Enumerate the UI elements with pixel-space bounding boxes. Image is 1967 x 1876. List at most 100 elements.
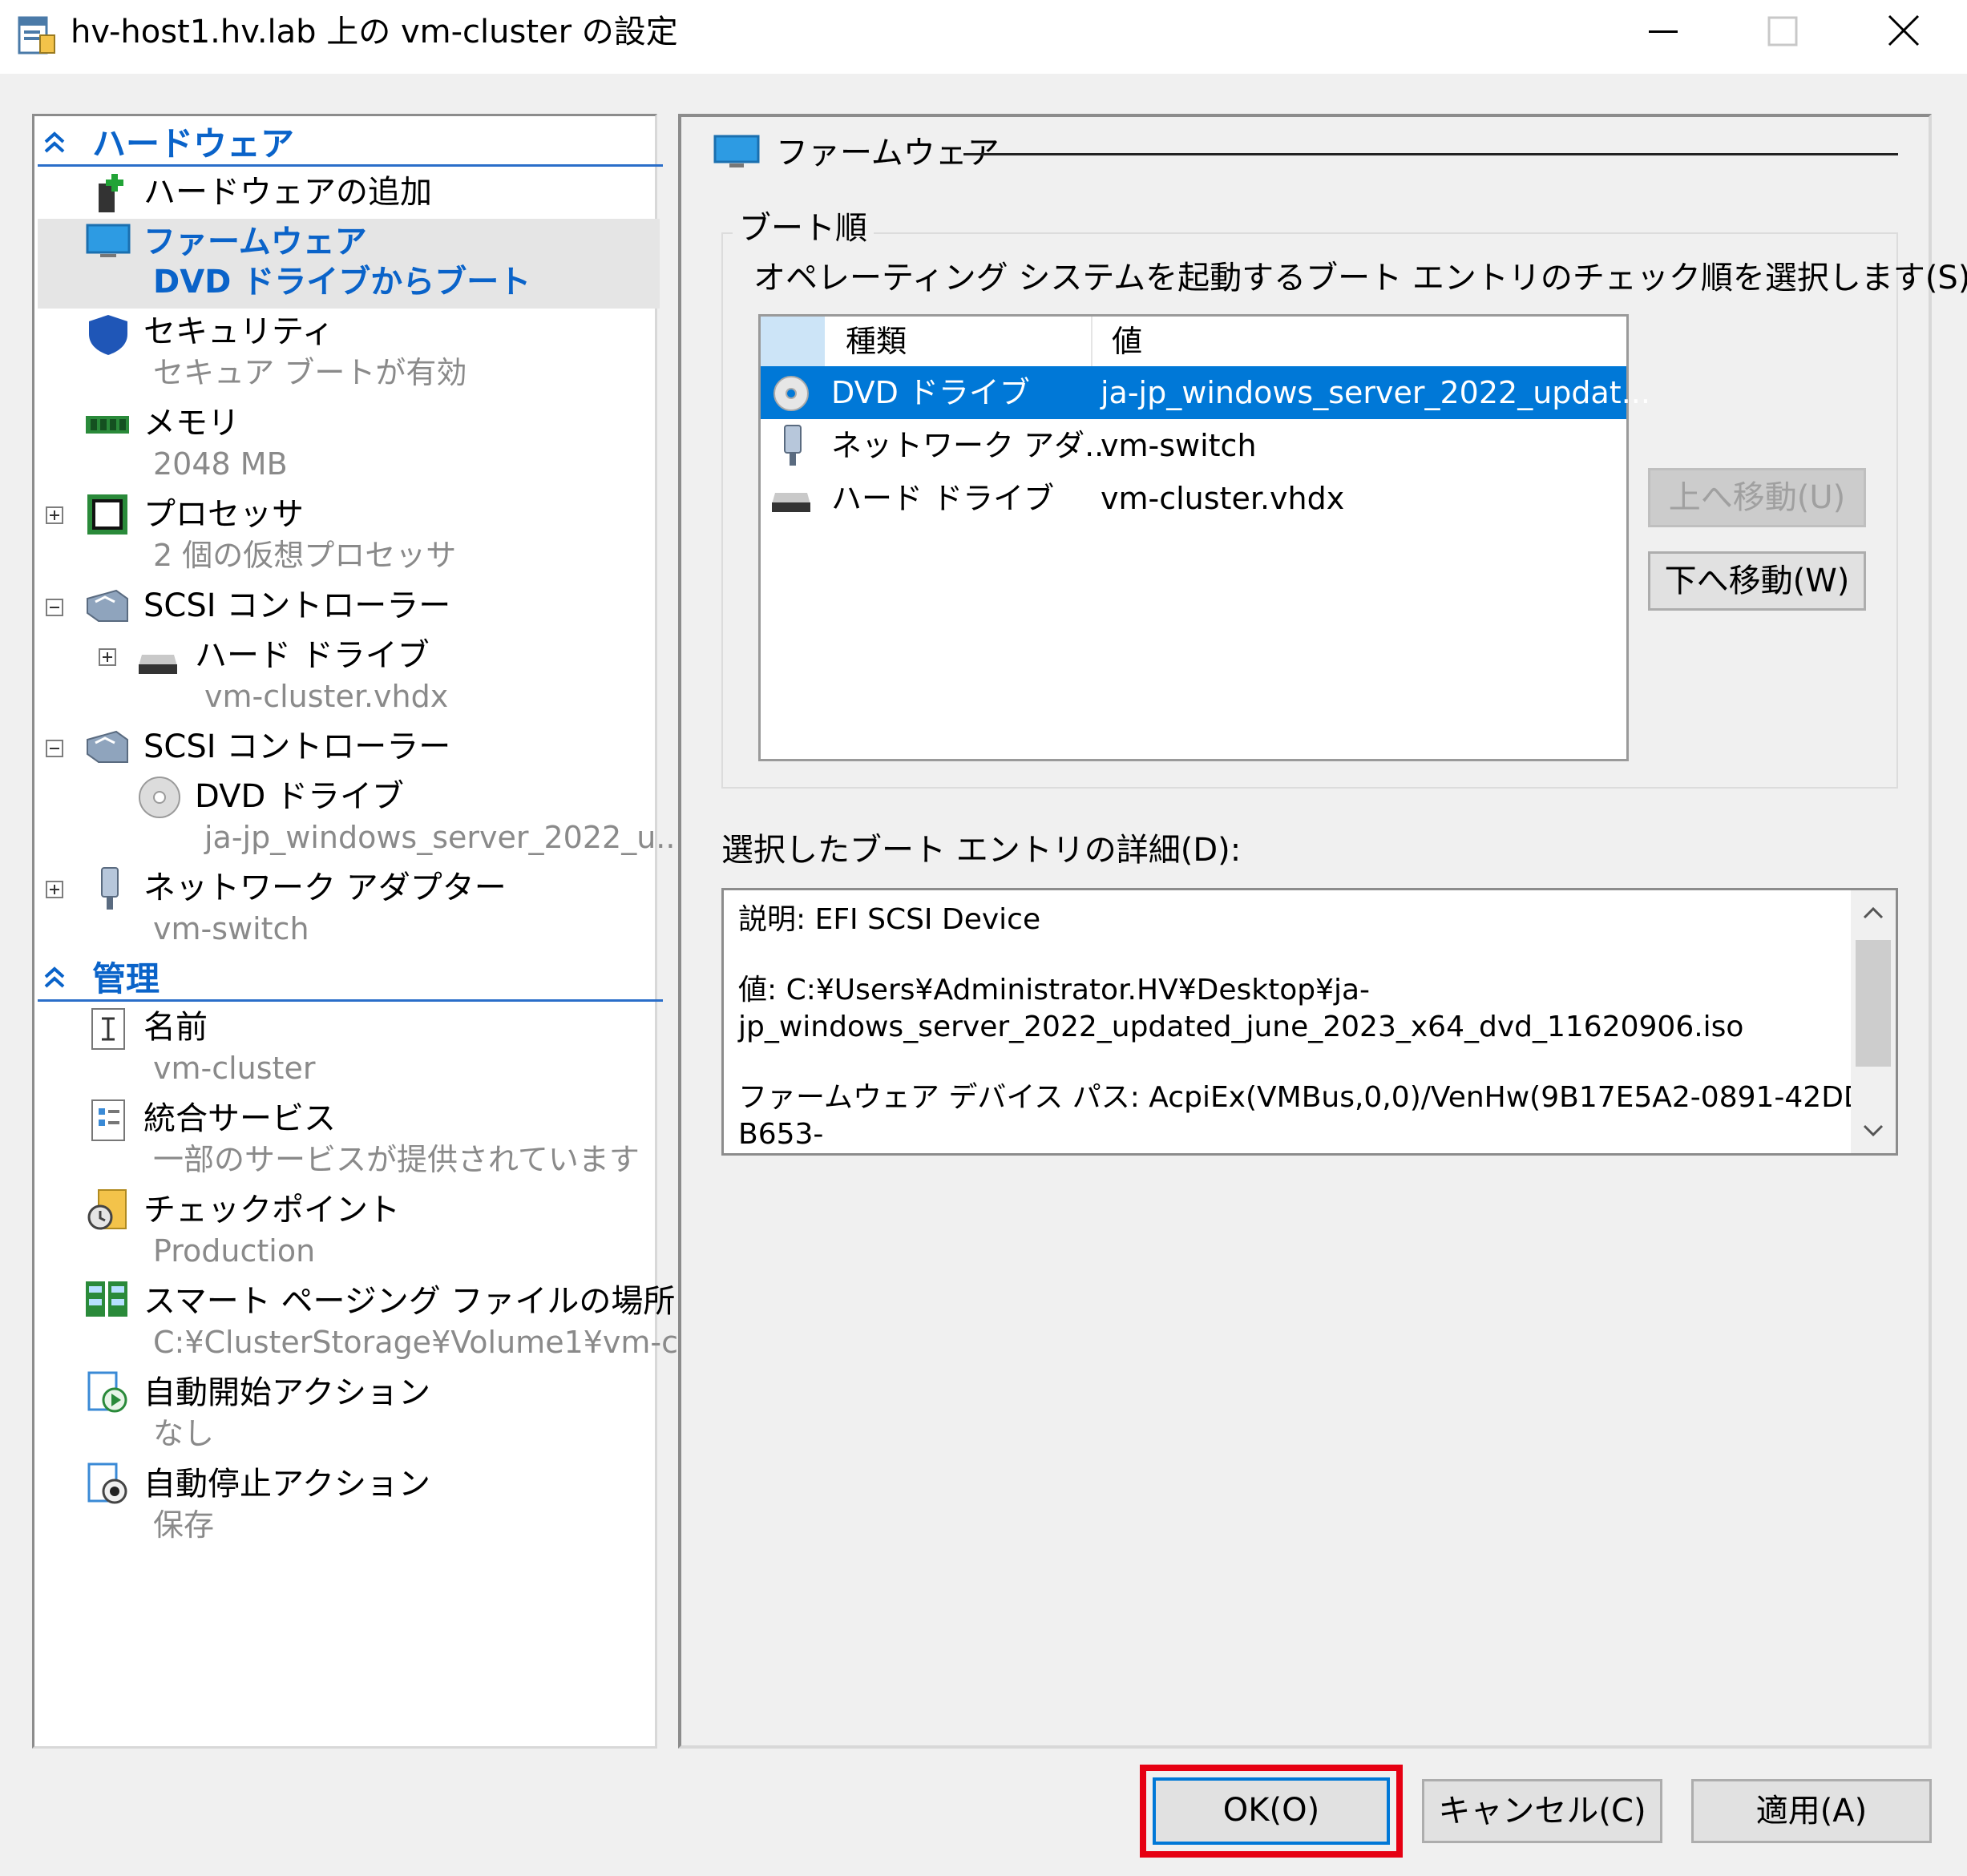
- network-adapter-icon: [101, 867, 119, 910]
- boot-order-group-label: ブート順: [733, 208, 874, 248]
- tree-item-integration-services[interactable]: 統合サービス: [143, 1099, 336, 1139]
- boot-entry-value: vm-cluster.vhdx: [1101, 481, 1345, 516]
- tree-item-checkpoint[interactable]: チェックポイント: [143, 1190, 400, 1230]
- move-up-button[interactable]: 上へ移動(U): [1648, 468, 1866, 527]
- boot-order-instruction: オペレーティング システムを起動するブート エントリのチェック順を選択します(S…: [753, 260, 1967, 297]
- tree-item-hard-drive-sub: vm-cluster.vhdx: [204, 679, 449, 714]
- tree-item-processor[interactable]: プロセッサ: [143, 494, 304, 535]
- tree-item-smart-paging[interactable]: スマート ページング ファイルの場所: [143, 1281, 675, 1321]
- tree-item-processor-sub: 2 個の仮想プロセッサ: [153, 538, 457, 573]
- scsi-controller-icon: [87, 589, 128, 622]
- boot-entry-row[interactable]: ネットワーク アダ... vm-switch: [761, 419, 1626, 472]
- hard-drive-icon: [772, 493, 810, 512]
- tree-item-memory[interactable]: メモリ: [143, 403, 240, 443]
- dvd-drive-icon: [139, 777, 180, 818]
- divider: [38, 164, 663, 167]
- dvd-drive-icon: [773, 376, 809, 411]
- hardware-header[interactable]: ハードウェア: [92, 123, 294, 166]
- boot-entry-type: DVD ドライブ: [831, 375, 1030, 410]
- close-icon: [1888, 14, 1920, 46]
- column-header-value[interactable]: 値: [1112, 317, 1142, 366]
- minimize-icon: [1649, 30, 1678, 33]
- scrollbar-thumb[interactable]: [1856, 940, 1891, 1067]
- tree-item-firmware-sub: DVD ドライブからブート: [153, 264, 531, 301]
- tree-item-name[interactable]: 名前: [143, 1007, 208, 1047]
- smart-paging-icon: [86, 1281, 127, 1317]
- boot-entry-value: vm-switch: [1101, 428, 1257, 463]
- collapse-scsi1-toggle[interactable]: [46, 599, 63, 616]
- boot-entry-type: ハード ドライブ: [831, 481, 1055, 516]
- scsi-controller-icon: [87, 730, 128, 763]
- management-header[interactable]: 管理: [92, 958, 160, 1001]
- tree-item-dvd-drive[interactable]: DVD ドライブ: [195, 777, 404, 817]
- tree-item-network-adapter-sub: vm-switch: [153, 911, 309, 946]
- add-hardware-icon: [99, 174, 123, 212]
- details-scrollbar[interactable]: [1851, 890, 1896, 1153]
- details-value-line-2: jp_windows_server_2022_updated_june_2023…: [738, 1011, 1744, 1043]
- ok-button[interactable]: OK(O): [1153, 1777, 1390, 1845]
- title-bar: hv-host1.hv.lab 上の vm-cluster の設定: [0, 0, 1967, 74]
- tree-item-network-adapter[interactable]: ネットワーク アダプター: [143, 868, 507, 908]
- maximize-button[interactable]: [1723, 0, 1844, 64]
- tree-item-integration-services-sub: 一部のサービスが提供されています: [153, 1142, 640, 1177]
- details-device-path-line-2: B653-: [738, 1118, 824, 1151]
- tree-item-scsi-controller-1[interactable]: SCSI コントローラー: [143, 586, 450, 626]
- network-adapter-icon: [784, 425, 802, 466]
- maximize-icon: [1767, 16, 1798, 46]
- name-icon: [91, 1008, 125, 1050]
- expand-processor-toggle[interactable]: [46, 506, 63, 524]
- cancel-button[interactable]: キャンセル(C): [1422, 1779, 1662, 1843]
- tree-item-auto-start[interactable]: 自動開始アクション: [143, 1373, 430, 1413]
- auto-stop-icon: [87, 1462, 127, 1504]
- tree-item-hard-drive[interactable]: ハード ドライブ: [195, 635, 430, 676]
- tree-item-add-hardware[interactable]: ハードウェアの追加: [143, 172, 432, 212]
- expand-network-adapter-toggle[interactable]: [46, 881, 63, 898]
- move-down-button[interactable]: 下へ移動(W): [1648, 551, 1866, 611]
- scroll-down-arrow-icon[interactable]: [1862, 1123, 1884, 1139]
- apply-button[interactable]: 適用(A): [1691, 1779, 1932, 1843]
- checkpoint-icon: [87, 1189, 127, 1230]
- auto-start-icon: [87, 1371, 127, 1413]
- tree-item-scsi-controller-2[interactable]: SCSI コントローラー: [143, 727, 450, 767]
- divider: [38, 999, 663, 1002]
- tree-item-security-sub: セキュア ブートが有効: [153, 355, 467, 390]
- memory-icon: [86, 416, 129, 434]
- firmware-icon: [86, 224, 131, 257]
- boot-order-list[interactable]: 種類 値 DVD ドライブ ja-jp_windows_server_2022_…: [758, 314, 1650, 761]
- scroll-up-arrow-icon[interactable]: [1862, 905, 1884, 921]
- collapse-section-icon[interactable]: [42, 966, 67, 990]
- tree-item-smart-paging-sub: C:¥ClusterStorage¥Volume1¥vm-cl...: [153, 1325, 716, 1360]
- details-description: 説明: EFI SCSI Device: [738, 903, 1041, 936]
- column-header-type[interactable]: 種類: [846, 317, 907, 366]
- boot-entry-type: ネットワーク アダ...: [831, 428, 1114, 463]
- expand-hard-drive-toggle[interactable]: [99, 648, 116, 666]
- tree-item-auto-stop-sub: 保存: [153, 1507, 215, 1543]
- tree-item-firmware[interactable]: ファームウェア: [143, 222, 367, 262]
- window-title: hv-host1.hv.lab 上の vm-cluster の設定: [71, 14, 678, 50]
- collapse-section-icon[interactable]: [42, 131, 67, 155]
- section-divider: [963, 153, 1898, 155]
- collapse-scsi2-toggle[interactable]: [46, 740, 63, 757]
- details-label: 選択したブート エントリの詳細(D):: [721, 832, 1242, 869]
- tree-item-auto-start-sub: なし: [153, 1416, 215, 1451]
- details-value-line-1: 値: C:¥Users¥Administrator.HV¥Desktop¥ja-: [738, 974, 1371, 1007]
- boot-entry-value: ja-jp_windows_server_2022_updat...: [1101, 375, 1650, 410]
- boot-entry-row[interactable]: ハード ドライブ vm-cluster.vhdx: [761, 472, 1626, 525]
- close-button[interactable]: [1844, 0, 1964, 64]
- boot-entry-row-selected[interactable]: DVD ドライブ ja-jp_windows_server_2022_updat…: [761, 366, 1650, 419]
- settings-tree[interactable]: ハードウェア ハードウェアの追加 ファームウェア DVD ドライブからブート セ…: [32, 114, 716, 1749]
- minimize-button[interactable]: [1603, 0, 1723, 64]
- tree-item-auto-stop[interactable]: 自動停止アクション: [143, 1464, 430, 1504]
- boot-entry-details[interactable]: 説明: EFI SCSI Device 値: C:¥Users¥Administ…: [721, 888, 1898, 1156]
- hard-drive-icon: [139, 655, 177, 674]
- column-divider: [1091, 317, 1093, 366]
- processor-icon: [87, 494, 127, 535]
- tree-item-checkpoint-sub: Production: [153, 1233, 316, 1269]
- list-header: [825, 317, 1626, 367]
- shield-icon: [89, 315, 127, 355]
- settings-app-icon: [18, 16, 55, 54]
- list-header-corner: [761, 317, 825, 366]
- tree-item-dvd-drive-sub: ja-jp_windows_server_2022_u...: [204, 820, 685, 855]
- tree-item-memory-sub: 2048 MB: [153, 446, 288, 482]
- tree-item-security[interactable]: セキュリティ: [143, 312, 334, 352]
